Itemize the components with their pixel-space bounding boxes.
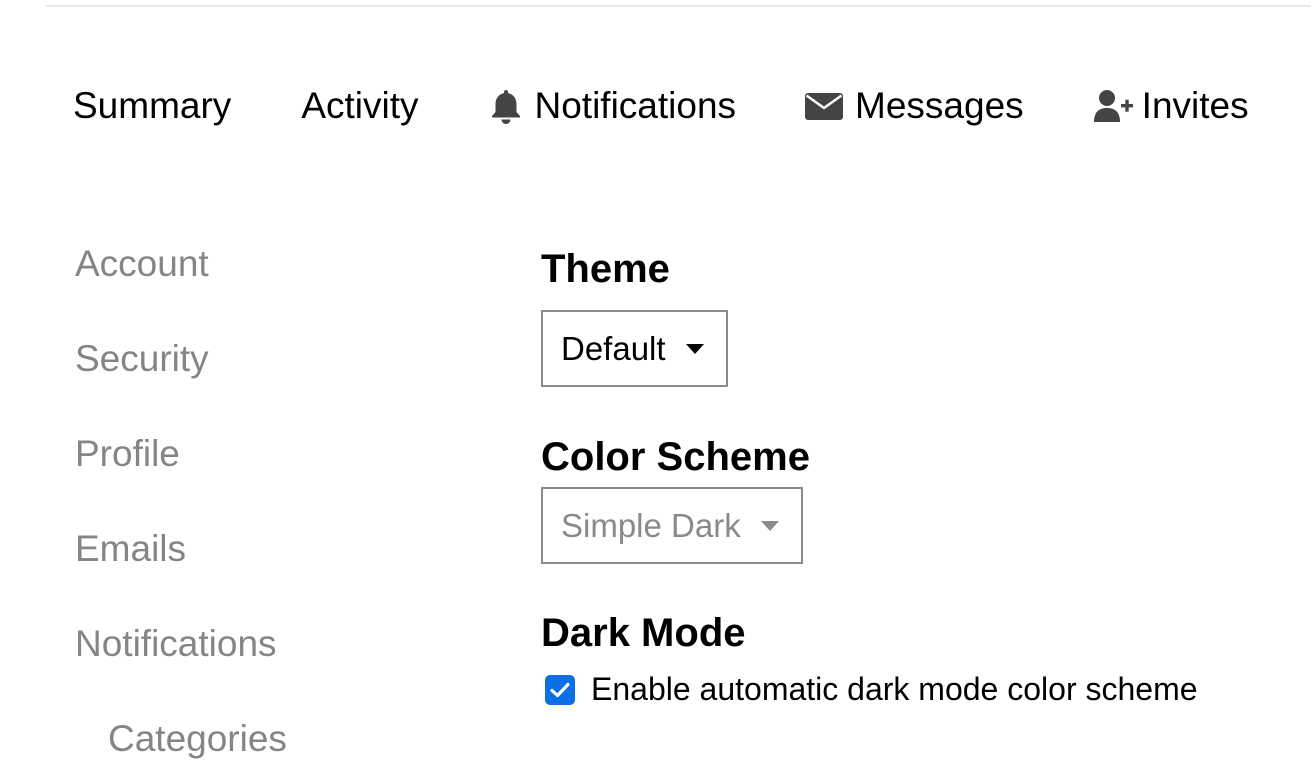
interface-preferences: Theme Default Color Scheme Simple Dark D… — [541, 246, 1301, 708]
nav-notifications[interactable]: Notifications — [489, 85, 737, 127]
preferences-sidebar: Account Security Profile Emails Notifica… — [75, 243, 435, 780]
nav-invites-label: Invites — [1141, 85, 1249, 126]
nav-activity[interactable]: Activity — [301, 85, 418, 127]
preferences-page: Summary Activity Notifications Messages — [0, 0, 1311, 780]
user-plus-icon — [1093, 89, 1134, 123]
color-scheme-title: Color Scheme — [541, 435, 810, 479]
theme-title: Theme — [541, 247, 670, 291]
envelope-icon — [805, 91, 844, 121]
bell-icon — [489, 87, 523, 125]
nav-notifications-label: Notifications — [534, 85, 737, 126]
caret-down-icon — [685, 343, 704, 354]
dark-mode-checkbox-label: Enable automatic dark mode color scheme — [591, 671, 1198, 707]
nav-summary[interactable]: Summary — [73, 85, 231, 127]
sidebar-item-profile[interactable]: Profile — [75, 433, 435, 528]
sidebar-item-account[interactable]: Account — [75, 243, 435, 338]
sidebar-item-security[interactable]: Security — [75, 338, 435, 433]
color-scheme-select-value: Simple Dark — [561, 506, 741, 544]
theme-select[interactable]: Default — [541, 310, 728, 387]
sidebar-item-emails[interactable]: Emails — [75, 528, 435, 623]
user-nav: Summary Activity Notifications Messages — [73, 84, 1249, 128]
nav-messages-label: Messages — [855, 85, 1024, 126]
sidebar-item-categories[interactable]: Categories — [75, 718, 435, 780]
color-scheme-select[interactable]: Simple Dark — [541, 487, 803, 564]
dark-mode-option[interactable]: Enable automatic dark mode color scheme — [541, 671, 1301, 708]
dark-mode-checkbox[interactable] — [545, 674, 575, 705]
nav-invites[interactable]: Invites — [1093, 85, 1249, 127]
dark-mode-title: Dark Mode — [541, 611, 746, 655]
caret-down-icon — [760, 520, 779, 531]
nav-activity-label: Activity — [301, 85, 419, 126]
theme-select-value: Default — [561, 329, 666, 367]
nav-messages[interactable]: Messages — [805, 85, 1024, 127]
top-divider — [46, 5, 1311, 7]
sidebar-item-notifications[interactable]: Notifications — [75, 623, 435, 718]
checkmark-icon — [550, 682, 570, 697]
nav-summary-label: Summary — [73, 85, 232, 126]
